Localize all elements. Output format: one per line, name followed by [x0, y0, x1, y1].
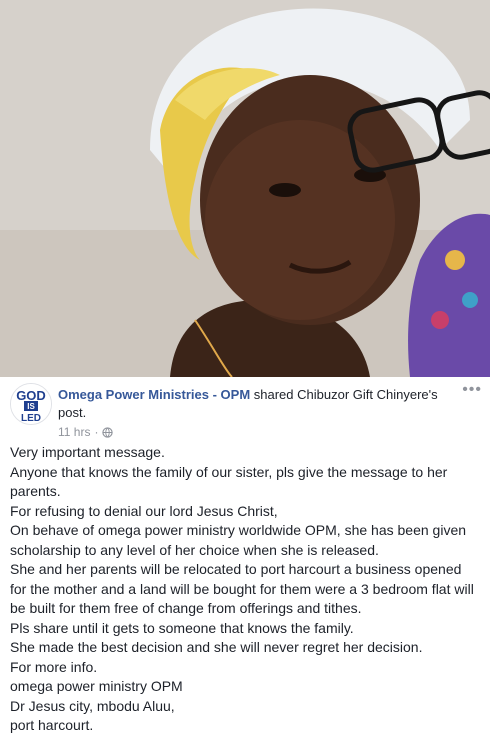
- post-body: Very important message. Anyone that know…: [0, 437, 490, 736]
- separator-dot: ·: [94, 425, 99, 439]
- post-line: She and her parents will be relocated to…: [10, 561, 474, 616]
- post-photo[interactable]: [0, 0, 490, 377]
- svg-text:LED: LED: [21, 413, 41, 424]
- post-line: She made the best decision and she will …: [10, 639, 423, 655]
- post-line: omega power ministry OPM: [10, 678, 183, 694]
- post-line: For refusing to denial our lord Jesus Ch…: [10, 502, 278, 519]
- post-line: Pls share until it gets to someone that …: [10, 619, 354, 636]
- post-line: For more info.: [10, 658, 98, 675]
- post-header-text: Omega Power Ministries - OPM shared Chib…: [58, 386, 448, 422]
- post-header: GOD IS LED Omega Power Ministries - OPM …: [0, 377, 490, 439]
- page-logo-icon: GOD IS LED: [11, 384, 51, 424]
- post-line: On behave of omega power ministry worldw…: [10, 522, 467, 558]
- post-line: Dr Jesus city, mbodu Aluu,: [10, 697, 175, 714]
- page-name-link[interactable]: Omega Power Ministries - OPM: [58, 387, 250, 402]
- portrait-image: [0, 0, 490, 377]
- post-meta: 11 hrs ·: [58, 425, 114, 439]
- page-avatar[interactable]: GOD IS LED: [10, 383, 52, 425]
- more-options-icon[interactable]: •••: [462, 382, 482, 398]
- post-line: port harcourt.: [10, 717, 94, 733]
- svg-text:GOD: GOD: [16, 388, 46, 403]
- svg-text:IS: IS: [27, 402, 35, 411]
- post-line: Anyone that knows the family of our sist…: [10, 463, 448, 500]
- post-timestamp[interactable]: 11 hrs: [58, 425, 90, 439]
- post-line: Very important message.: [10, 444, 165, 460]
- globe-icon[interactable]: [102, 426, 114, 438]
